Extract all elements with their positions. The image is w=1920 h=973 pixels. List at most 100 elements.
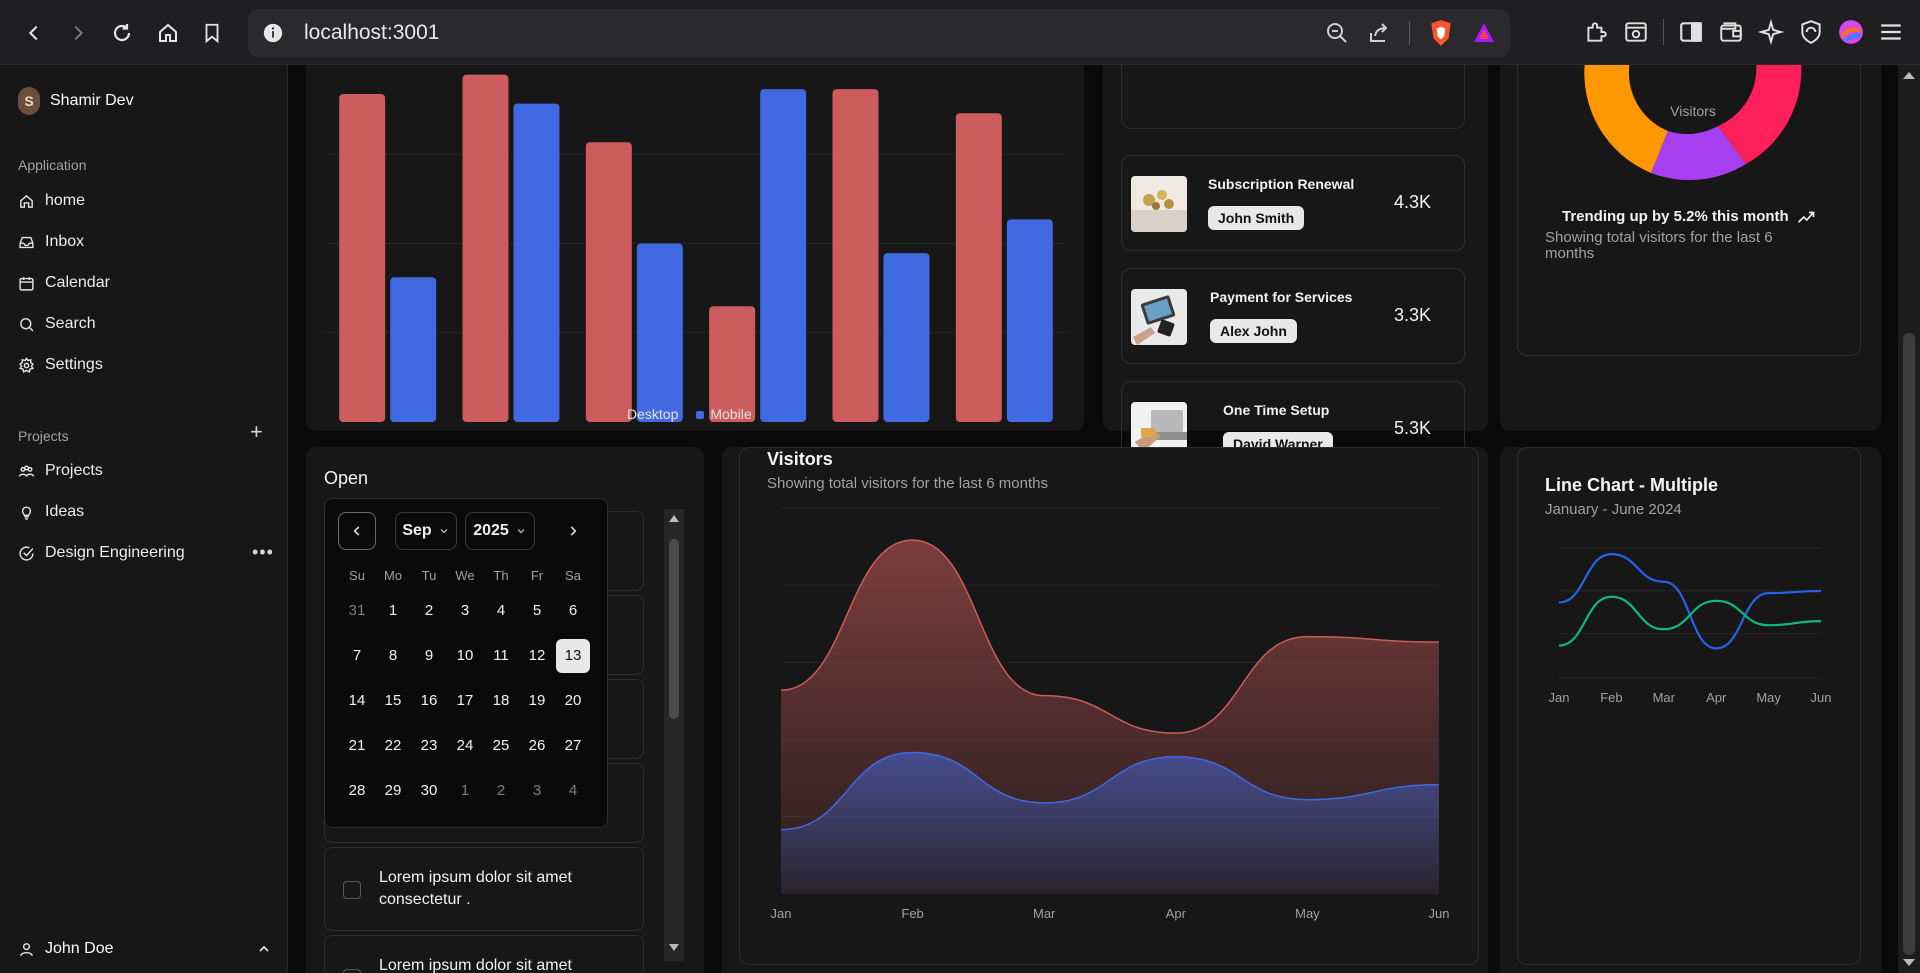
calendar-day[interactable]: 17 [447, 678, 483, 723]
back-button[interactable] [12, 11, 56, 55]
calendar-day[interactable]: 19 [519, 678, 555, 723]
list-item[interactable]: Lorem ipsum dolor sit amet [324, 935, 644, 973]
calendar-day[interactable]: 31 [339, 588, 375, 633]
visitors-area-chart: Jan Feb Mar Apr May Jun [771, 507, 1449, 921]
calendar-day[interactable]: 4 [483, 588, 519, 633]
url-text: localhost:3001 [304, 21, 440, 44]
trending-up-icon [1797, 211, 1815, 223]
reader-mode-icon[interactable] [1623, 19, 1649, 45]
reload-button[interactable] [100, 11, 144, 55]
add-project-button[interactable]: + [250, 421, 263, 443]
prev-month-button[interactable] [338, 512, 376, 550]
visitors-inner-card: Visitors Showing total visitors for the … [739, 447, 1479, 965]
next-month-button[interactable] [554, 512, 592, 550]
extensions-icon[interactable] [1583, 19, 1609, 45]
donut-footer: Showing total visitors for the last 6 mo… [1545, 229, 1773, 262]
sidebar-item-inbox[interactable]: Inbox [18, 229, 84, 255]
arrow-right-icon [74, 25, 84, 41]
scroll-down-icon[interactable] [668, 943, 680, 953]
sidebar-item-home[interactable]: home [18, 188, 85, 214]
sidebar-item-search[interactable]: Search [18, 311, 96, 337]
brave-rewards-icon[interactable] [1472, 21, 1496, 45]
brave-shield-icon[interactable] [1428, 19, 1454, 47]
page-scroll-up-icon[interactable] [1902, 70, 1916, 80]
user-menu[interactable]: John Doe [18, 940, 272, 958]
bookmark-button[interactable] [190, 11, 234, 55]
chevron-left-icon [353, 526, 360, 536]
x-tick-label: Apr [1706, 690, 1727, 705]
year-select[interactable]: 2025 [465, 512, 535, 550]
calendar-day[interactable]: 12 [519, 633, 555, 678]
donut-center-label: Visitors [1670, 103, 1716, 119]
calendar-day[interactable]: 11 [483, 633, 519, 678]
calendar-day[interactable]: 2 [411, 588, 447, 633]
calendar-day[interactable]: 1 [375, 588, 411, 633]
calendar-day[interactable]: 13 [555, 633, 591, 678]
bar-mobile [513, 103, 560, 422]
calendar-day[interactable]: 16 [411, 678, 447, 723]
sidebar-toggle-icon[interactable] [1678, 19, 1704, 45]
profile-avatar-icon[interactable] [1838, 19, 1864, 45]
calendar-day[interactable]: 28 [339, 768, 375, 813]
address-bar[interactable]: localhost:3001 [248, 9, 1510, 57]
page-scroll-down-icon[interactable] [1902, 958, 1916, 968]
vpn-shield-icon[interactable] [1798, 19, 1824, 45]
x-tick-label: Jan [771, 906, 792, 921]
sidebar-item-ideas[interactable]: Ideas [18, 499, 84, 525]
task-text: Lorem ipsum dolor sit amet consectetur . [379, 869, 572, 908]
calendar-day[interactable]: 26 [519, 723, 555, 768]
workspace-switcher[interactable]: S Shamir Dev [18, 87, 134, 115]
sidebar: S Shamir Dev Application home Inbox Cale… [0, 65, 288, 973]
sidebar-item-calendar[interactable]: Calendar [18, 270, 110, 296]
more-options-icon[interactable]: ••• [252, 542, 274, 563]
leo-ai-icon[interactable] [1758, 19, 1784, 45]
home-button[interactable] [146, 11, 190, 55]
calendar-day[interactable]: 29 [375, 768, 411, 813]
calendar-day[interactable]: 15 [375, 678, 411, 723]
transaction-item-partial [1121, 65, 1465, 129]
task-checkbox[interactable] [343, 969, 361, 973]
list-item[interactable]: Lorem ipsum dolor sit amet consectetur . [324, 847, 644, 931]
calendar-day[interactable]: 23 [411, 723, 447, 768]
calendar-day[interactable]: 8 [375, 633, 411, 678]
share-icon[interactable] [1367, 21, 1391, 45]
info-icon [263, 23, 283, 43]
page-scrollbar-thumb[interactable] [1903, 333, 1915, 955]
forward-button[interactable] [56, 11, 100, 55]
calendar-day[interactable]: 1 [447, 768, 483, 813]
calendar-day[interactable]: 9 [411, 633, 447, 678]
calendar-day[interactable]: 4 [555, 768, 591, 813]
calendar-day[interactable]: 30 [411, 768, 447, 813]
sidebar-item-projects[interactable]: Projects [18, 458, 103, 484]
calendar-day[interactable]: 18 [483, 678, 519, 723]
calendar-day[interactable]: 24 [447, 723, 483, 768]
team-icon [18, 464, 35, 477]
zoom-out-icon[interactable] [1325, 21, 1349, 45]
month-select[interactable]: Sep [395, 512, 457, 550]
calendar-day[interactable]: 22 [375, 723, 411, 768]
task-checkbox[interactable] [343, 881, 361, 899]
calendar-day[interactable]: 6 [555, 588, 591, 633]
list-scrollbar-thumb[interactable] [669, 539, 679, 719]
calendar-day[interactable]: 20 [555, 678, 591, 723]
transaction-item[interactable]: Payment for Services Alex John 3.3K [1121, 268, 1465, 364]
calendar-day[interactable]: 14 [339, 678, 375, 723]
calendar-day[interactable]: 27 [555, 723, 591, 768]
calendar-day[interactable]: 10 [447, 633, 483, 678]
line-chart-card: Line Chart - Multiple January - June 202… [1500, 447, 1881, 973]
inbox-icon [19, 236, 34, 248]
calendar-day[interactable]: 5 [519, 588, 555, 633]
wallet-icon[interactable] [1718, 19, 1744, 45]
menu-icon[interactable] [1878, 19, 1904, 45]
transaction-title: Subscription Renewal [1208, 176, 1355, 192]
scroll-up-icon[interactable] [668, 513, 680, 523]
sidebar-item-design-engineering[interactable]: Design Engineering [18, 540, 185, 566]
transaction-item[interactable]: Subscription Renewal John Smith 4.3K [1121, 155, 1465, 251]
calendar-day[interactable]: 21 [339, 723, 375, 768]
calendar-day[interactable]: 3 [519, 768, 555, 813]
sidebar-item-settings[interactable]: Settings [18, 352, 103, 378]
calendar-day[interactable]: 2 [483, 768, 519, 813]
calendar-day[interactable]: 25 [483, 723, 519, 768]
calendar-day[interactable]: 7 [339, 633, 375, 678]
calendar-day[interactable]: 3 [447, 588, 483, 633]
